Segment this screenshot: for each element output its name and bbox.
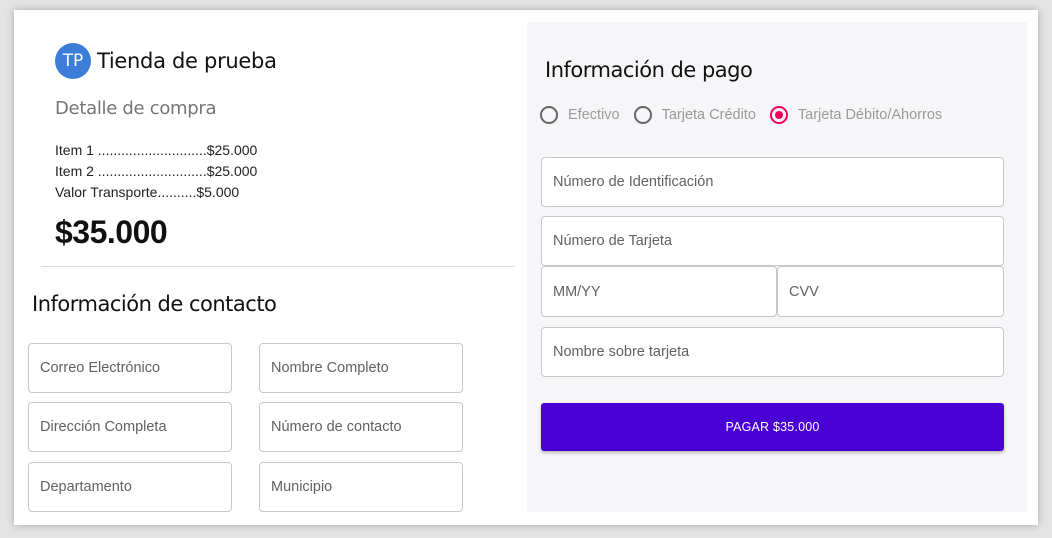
department-field[interactable]: Departamento	[28, 462, 232, 512]
purchase-line-item-2: Item 2 ............................$25.0…	[55, 163, 258, 179]
radio-circle-icon[interactable]	[540, 106, 558, 124]
purchase-lines: Item 1 ............................$25.0…	[55, 140, 257, 203]
email-field[interactable]: Correo Electrónico	[28, 343, 232, 393]
store-avatar: TP	[55, 43, 91, 79]
section-divider	[41, 266, 515, 267]
municipality-field[interactable]: Municipio	[259, 462, 463, 512]
purchase-total: $35.000	[55, 214, 168, 250]
radio-selected-icon[interactable]	[769, 106, 788, 124]
cvv-field[interactable]: CVV	[777, 266, 1004, 317]
card-name-field[interactable]: Nombre sobre tarjeta	[541, 327, 1004, 377]
expiry-field[interactable]: MM/YY	[541, 266, 777, 317]
payment-method-label: Tarjeta Débito/Ahorros	[797, 107, 943, 123]
card-number-field[interactable]: Número de Tarjeta	[541, 216, 1004, 266]
payment-method-credit[interactable]: Tarjeta Crédito	[633, 106, 756, 124]
purchase-detail-title: Detalle de compra	[55, 98, 217, 119]
full-name-field[interactable]: Nombre Completo	[259, 343, 463, 393]
store-name: Tienda de prueba	[97, 49, 277, 73]
id-number-field[interactable]: Número de Identificación	[541, 157, 1004, 207]
contact-section-title: Información de contacto	[32, 292, 277, 316]
payment-method-debit[interactable]: Tarjeta Débito/Ahorros	[769, 106, 943, 124]
phone-field[interactable]: Número de contacto	[259, 402, 463, 452]
payment-method-group: Efectivo Tarjeta Crédito Tarjeta Débito/…	[540, 106, 956, 124]
payment-section-title: Información de pago	[545, 58, 753, 82]
payment-method-label: Efectivo	[568, 107, 620, 123]
payment-panel: Información de pago Efectivo Tarjeta Cré…	[527, 22, 1027, 512]
address-field[interactable]: Dirección Completa	[28, 402, 232, 452]
payment-method-label: Tarjeta Crédito	[661, 107, 756, 123]
purchase-line-item-1: Item 1 ............................$25.0…	[55, 142, 258, 158]
store-header: TP Tienda de prueba	[55, 43, 277, 79]
pay-button[interactable]: PAGAR $35.000	[541, 403, 1004, 451]
radio-circle-icon[interactable]	[633, 106, 652, 124]
payment-method-cash[interactable]: Efectivo	[540, 106, 620, 124]
checkout-card: TP Tienda de prueba Detalle de compra It…	[14, 10, 1038, 525]
purchase-line-shipping: Valor Transporte..........$5.000	[55, 184, 240, 200]
